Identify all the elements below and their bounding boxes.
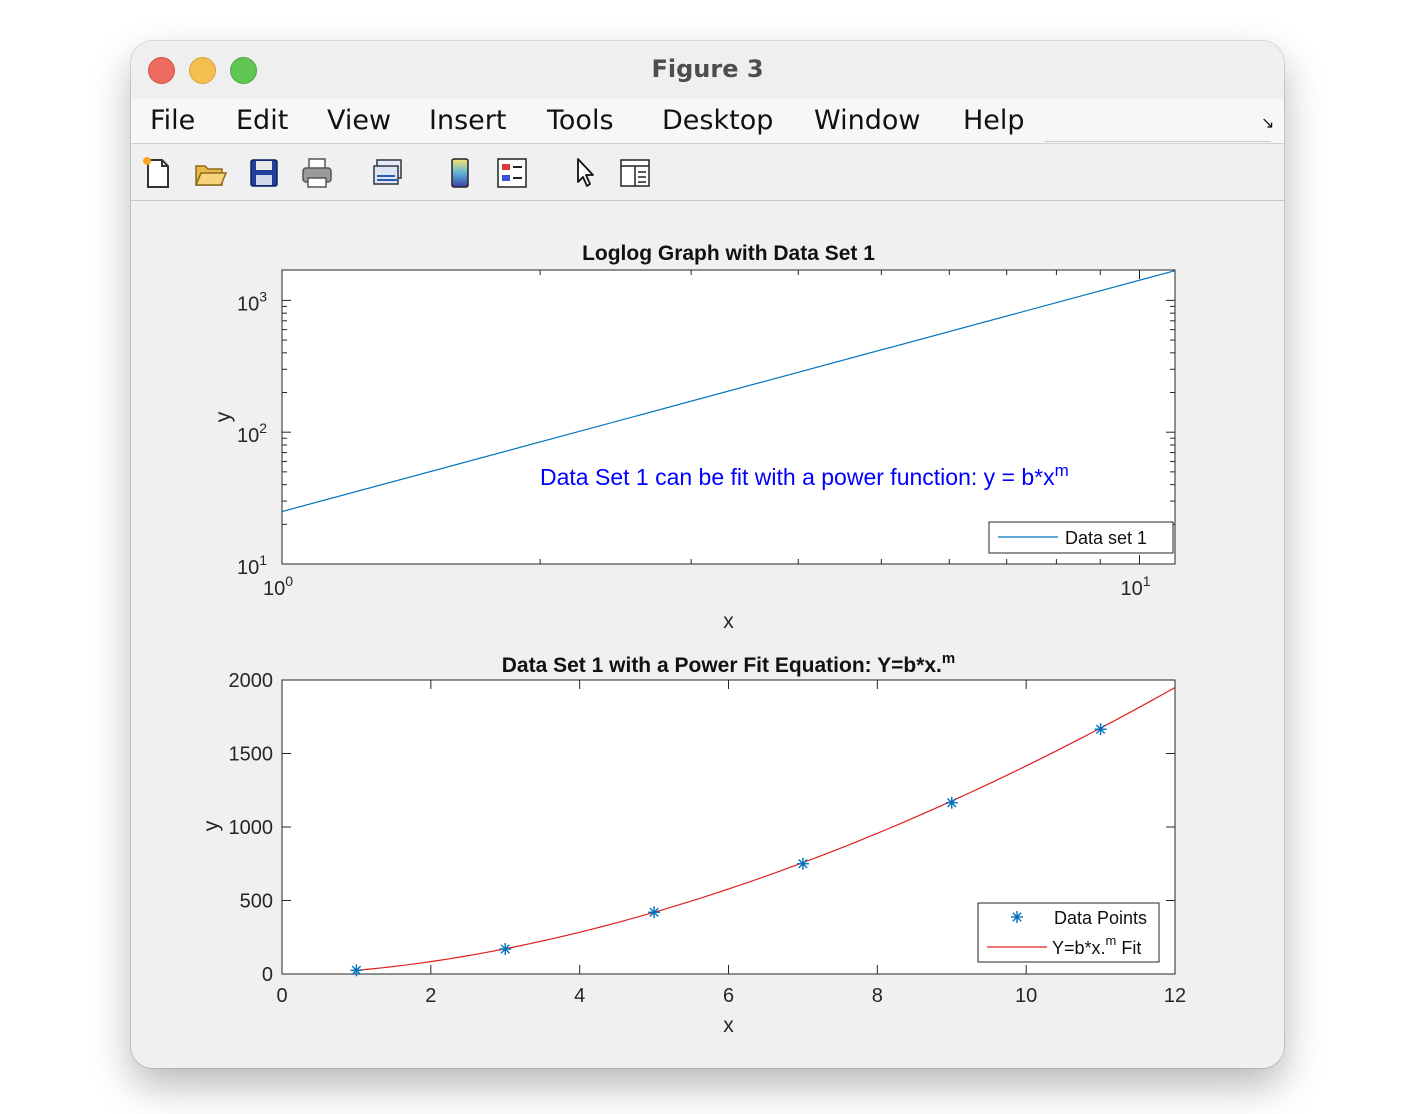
save-icon[interactable] — [247, 156, 281, 190]
window-title: Figure 3 — [651, 55, 764, 83]
x-tick-label: 4 — [574, 985, 585, 1007]
menu-insert[interactable]: Insert — [429, 105, 506, 136]
toolbar — [131, 144, 1284, 201]
x-tick-label: 0 — [276, 985, 287, 1007]
title-bar[interactable]: Figure 3 — [131, 41, 1284, 99]
y-tick-label: 0 — [262, 964, 273, 986]
y-tick-label: 103 — [237, 288, 267, 315]
x-tick-label: 10 — [1015, 985, 1037, 1007]
legend-icon[interactable] — [495, 156, 529, 190]
x-tick-label: 12 — [1164, 985, 1186, 1007]
y-tick-label: 102 — [237, 420, 267, 447]
dock-arrow-icon[interactable]: ↘ — [1261, 113, 1274, 133]
menu-divider — [1045, 141, 1271, 142]
axes-loglog[interactable]: 100 101101102103Loglog Graph with Data Se… — [212, 242, 1176, 633]
data-point-marker — [945, 796, 958, 809]
axes-power-fit[interactable]: 0 2 4 6 8 10 12 0 500 1000 1500 2000 Data Set 1 with… — [200, 650, 1186, 1037]
legend-bottom: Data PointsY=b*x.m Fit — [977, 902, 1160, 963]
y-tick-label: 2000 — [229, 670, 274, 692]
pointer-icon[interactable] — [569, 156, 603, 190]
menu-bar: File Edit View Insert Tools Desktop Wind… — [131, 99, 1284, 144]
new-figure-icon[interactable] — [141, 156, 175, 190]
plot-area — [281, 269, 1176, 565]
menu-file[interactable]: File — [150, 105, 195, 136]
x-tick-label: 8 — [872, 985, 883, 1007]
x-tick-label: 2 — [425, 985, 436, 1007]
menu-help[interactable]: Help — [963, 105, 1025, 136]
chart-title: Data Set 1 with a Power Fit Equation: Y=… — [502, 650, 955, 677]
fit-annotation: Data Set 1 can be fit with a power funct… — [540, 461, 1069, 490]
menu-edit[interactable]: Edit — [236, 105, 288, 136]
y-tick-label: 1500 — [229, 744, 274, 766]
x-tick-label: 101 — [1120, 573, 1150, 600]
plots-svg: 100 101101102103Loglog Graph with Data Se… — [200, 242, 1186, 1037]
figure-canvas: 100 101 101 102 103 Loglog Graph with Data Se… — [131, 201, 1284, 1068]
x-axis-label: x — [723, 1014, 734, 1037]
property-inspector-icon[interactable] — [618, 156, 652, 190]
menu-desktop[interactable]: Desktop — [662, 105, 773, 136]
figure-window: Figure 3 File Edit View Insert Tools Des… — [131, 41, 1284, 1068]
legend-top: Data set 1 — [988, 521, 1174, 554]
y-tick-label: 101 — [237, 552, 267, 579]
y-axis-label: y — [200, 820, 223, 831]
x-tick-label: 6 — [723, 985, 734, 1007]
y-axis-label: y — [212, 411, 235, 422]
link-plot-icon[interactable] — [371, 156, 405, 190]
open-file-icon[interactable] — [193, 156, 227, 190]
menu-view[interactable]: View — [327, 105, 391, 136]
data-point-marker — [499, 943, 512, 956]
x-tick-label: 100 — [263, 573, 293, 600]
colorbar-icon[interactable] — [443, 156, 477, 190]
chart-title: Loglog Graph with Data Set 1 — [582, 242, 875, 265]
print-icon[interactable] — [300, 156, 334, 190]
x-axis-label: x — [723, 610, 734, 633]
legend-label-data-set-1: Data set 1 — [1065, 528, 1147, 548]
data-point-marker — [1011, 911, 1023, 923]
legend-label-data-points: Data Points — [1054, 908, 1147, 928]
menu-tools[interactable]: Tools — [547, 105, 614, 136]
y-tick-label: 500 — [240, 891, 273, 913]
menu-window[interactable]: Window — [814, 105, 920, 136]
y-tick-label: 1000 — [229, 817, 274, 839]
